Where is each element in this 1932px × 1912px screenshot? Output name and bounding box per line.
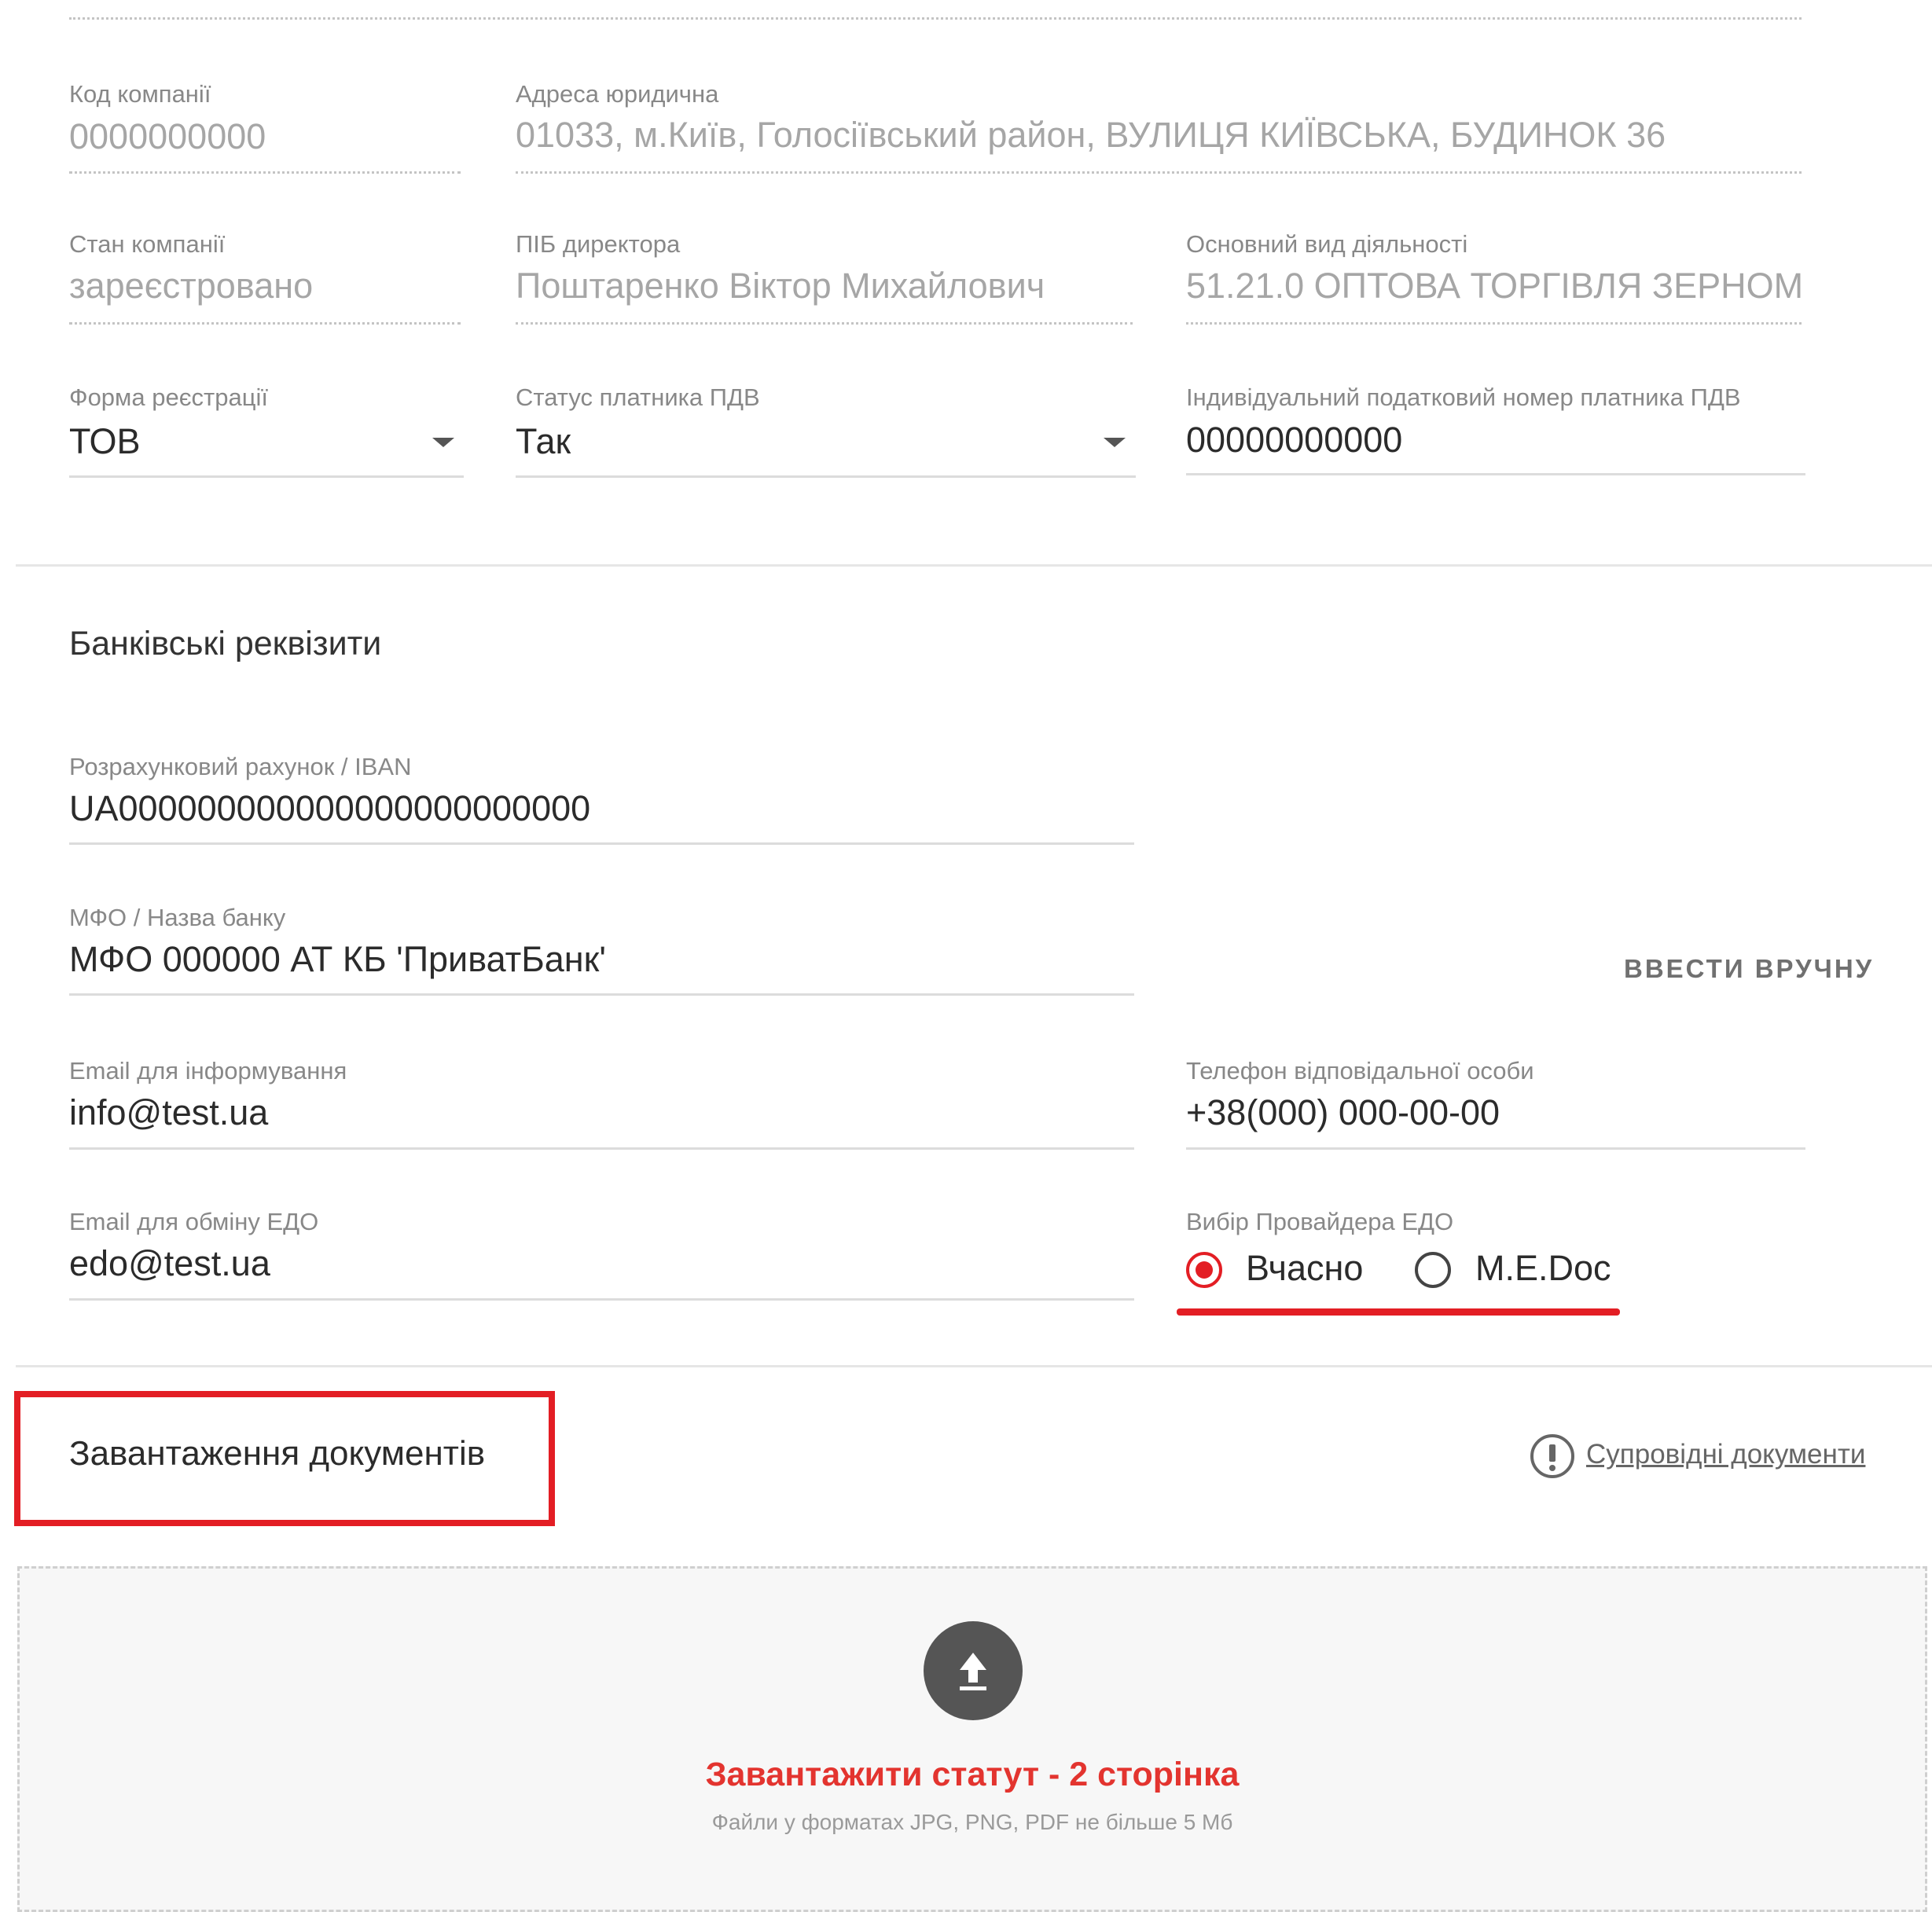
main-activity-field: 51.21.0 ОПТОВА ТОРГІВЛЯ ЗЕРНОМ, Н [1186,266,1802,306]
section-divider [16,564,1932,567]
company-code-label: Код компанії [69,80,211,108]
vat-number-underline [1186,473,1805,475]
upload-arrow-icon [960,1653,986,1690]
provider-highlight-underline [1177,1308,1620,1316]
radio-vchasno[interactable]: Вчасно [1186,1248,1363,1295]
phone-underline [1186,1147,1805,1150]
upload-dropzone[interactable]: Завантажити статут - 2 сторінка Файли у … [17,1566,1927,1912]
main-activity-underline [1186,322,1802,325]
registration-form-label: Форма реєстрації [69,384,268,411]
email-edo-underline [69,1298,1134,1301]
iban-label: Розрахунковий рахунок / IBAN [69,753,412,780]
director-underline [516,322,1133,325]
legal-address-label: Адреса юридична [516,80,719,108]
vat-status-select[interactable]: Так [516,417,1136,479]
radio-selected-icon [1186,1252,1222,1288]
info-icon [1530,1434,1574,1478]
documents-heading: Завантаження документів [69,1434,486,1473]
company-state-label: Стан компанії [69,230,226,258]
chevron-down-icon [432,438,454,447]
upload-button[interactable] [924,1621,1023,1720]
section-divider [16,1365,1932,1367]
email-info-input[interactable]: info@test.ua [69,1092,1134,1133]
enter-manually-button[interactable]: ВВЕСТИ ВРУЧНУ [1624,954,1874,984]
mfo-label: МФО / Назва банку [69,904,286,931]
radio-medoc-label: M.E.Doc [1475,1248,1611,1288]
company-state-underline [69,322,461,325]
iban-input[interactable]: UA000000000000000000000000 [69,788,1134,829]
email-info-underline [69,1147,1134,1150]
vat-status-label: Статус платника ПДВ [516,384,760,411]
upload-hint: Файли у форматах JPG, PNG, PDF не більше… [711,1810,1233,1834]
email-info-label: Email для інформування [69,1057,347,1084]
vat-number-label: Індивідуальний податковий номер платника… [1186,384,1741,411]
radio-unselected-icon [1415,1252,1451,1288]
registration-form-select[interactable]: ТОВ [69,417,464,479]
legal-address-field: 01033, м.Київ, Голосіївський район, ВУЛИ… [516,115,1666,155]
radio-vchasno-label: Вчасно [1246,1248,1364,1288]
bank-details-heading: Банківські реквізити [69,625,382,662]
mfo-underline [69,993,1134,996]
iban-underline [69,842,1134,845]
mfo-bank-input[interactable]: МФО 000000 АТ КБ 'ПриватБанк' [69,939,1134,980]
radio-medoc[interactable]: M.E.Doc [1412,1248,1611,1295]
vat-status-underline [516,475,1136,478]
email-edo-input[interactable]: edo@test.ua [69,1243,1134,1284]
registration-form-underline [69,475,464,478]
main-activity-label: Основний вид діяльності [1186,230,1468,258]
related-documents-link[interactable]: Супровідні документи [1586,1439,1865,1470]
company-code-field: 0000000000 [69,116,266,156]
phone-input[interactable]: +38(000) 000-00-00 [1186,1092,1805,1133]
phone-label: Телефон відповідальної особи [1186,1057,1534,1084]
email-edo-label: Email для обміну ЕДО [69,1208,319,1235]
upload-title: Завантажити статут - 2 сторінка [705,1756,1240,1793]
top-divider [69,17,1802,20]
legal-address-underline [516,171,1802,174]
company-code-underline [69,171,461,174]
chevron-down-icon [1104,438,1126,447]
director-label: ПІБ директора [516,230,681,258]
registration-form-value: ТОВ [69,421,141,461]
director-field: Поштаренко Віктор Михайлович [516,266,1045,306]
vat-status-value: Так [516,421,571,461]
company-state-field: зареєстровано [69,266,314,306]
vat-number-input[interactable]: 00000000000 [1186,420,1805,461]
edo-provider-label: Вибір Провайдера ЕДО [1186,1208,1454,1235]
